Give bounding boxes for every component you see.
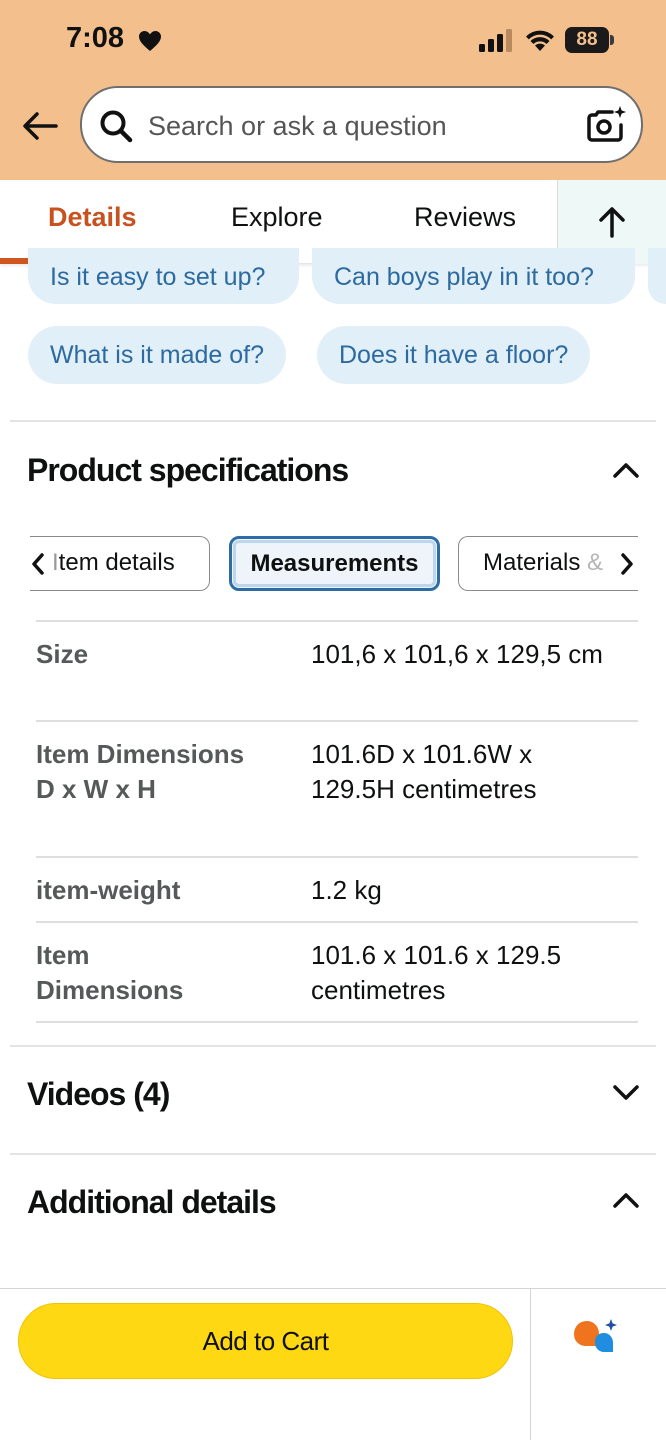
- rufus-assistant-button[interactable]: [530, 1289, 666, 1440]
- spec-label: Item Dimensions: [36, 940, 184, 1005]
- up-arrow-icon: [599, 207, 625, 238]
- question-chip-partial[interactable]: [648, 248, 666, 304]
- videos-title[interactable]: Videos (4): [27, 1076, 170, 1113]
- bottom-action-bar: Add to Cart: [0, 1288, 666, 1440]
- tab-details[interactable]: Details: [48, 202, 137, 233]
- spec-label: item-weight: [36, 875, 181, 905]
- spec-tab-measurements[interactable]: Measurements: [229, 536, 440, 591]
- spec-label: Item Dimensions D x W x H: [36, 739, 245, 804]
- search-input[interactable]: [148, 108, 568, 144]
- chevron-up-icon[interactable]: [608, 1182, 644, 1218]
- table-divider: [36, 620, 638, 622]
- chevron-down-icon[interactable]: [608, 1075, 644, 1111]
- spec-value: 101.6D x 101.6W x 129.5H centimetres: [311, 739, 537, 804]
- question-chip[interactable]: Can boys play in it too?: [312, 248, 635, 304]
- section-divider: [10, 1153, 656, 1155]
- spec-label: Size: [36, 639, 89, 669]
- table-divider: [36, 1021, 638, 1023]
- status-time: 7:08: [66, 22, 125, 54]
- question-chip[interactable]: Does it have a floor?: [317, 326, 591, 384]
- section-divider: [10, 420, 656, 422]
- section-divider: [10, 1045, 656, 1047]
- chevron-left-icon[interactable]: [30, 552, 46, 576]
- spec-value: 101,6 x 101,6 x 129,5 cm: [311, 639, 603, 669]
- tab-reviews[interactable]: Reviews: [414, 202, 516, 233]
- tab-explore[interactable]: Explore: [231, 202, 323, 233]
- header: 7:08 88: [0, 0, 666, 180]
- product-specifications-title[interactable]: Product specifications: [27, 452, 349, 489]
- spec-tab-materials[interactable]: Materials &: [458, 536, 638, 591]
- question-chip[interactable]: What is it made of?: [28, 326, 286, 384]
- chevron-up-icon[interactable]: [608, 452, 644, 488]
- heart-icon: [139, 31, 161, 51]
- question-chip[interactable]: Is it easy to set up?: [28, 248, 299, 304]
- battery-level: 88: [565, 27, 609, 53]
- spec-tab-item-details[interactable]: Item details: [30, 536, 210, 591]
- table-divider: [36, 921, 638, 923]
- rufus-assistant-icon: [574, 1319, 617, 1352]
- wifi-icon: [526, 30, 554, 51]
- spec-value: 1.2 kg: [311, 875, 382, 905]
- back-arrow-icon[interactable]: [20, 106, 60, 146]
- spec-value: 101.6 x 101.6 x 129.5 centimetres: [311, 940, 562, 1005]
- table-divider: [36, 720, 638, 722]
- additional-details-title[interactable]: Additional details: [27, 1184, 277, 1221]
- chevron-right-icon[interactable]: [619, 552, 635, 576]
- search-icon[interactable]: [98, 108, 134, 144]
- signal-icon: [479, 29, 512, 52]
- camera-sparkle-icon[interactable]: [585, 104, 627, 146]
- search-bar[interactable]: [80, 86, 643, 163]
- add-to-cart-button[interactable]: Add to Cart: [18, 1303, 513, 1379]
- table-divider: [36, 856, 638, 858]
- battery-icon: 88: [565, 27, 615, 53]
